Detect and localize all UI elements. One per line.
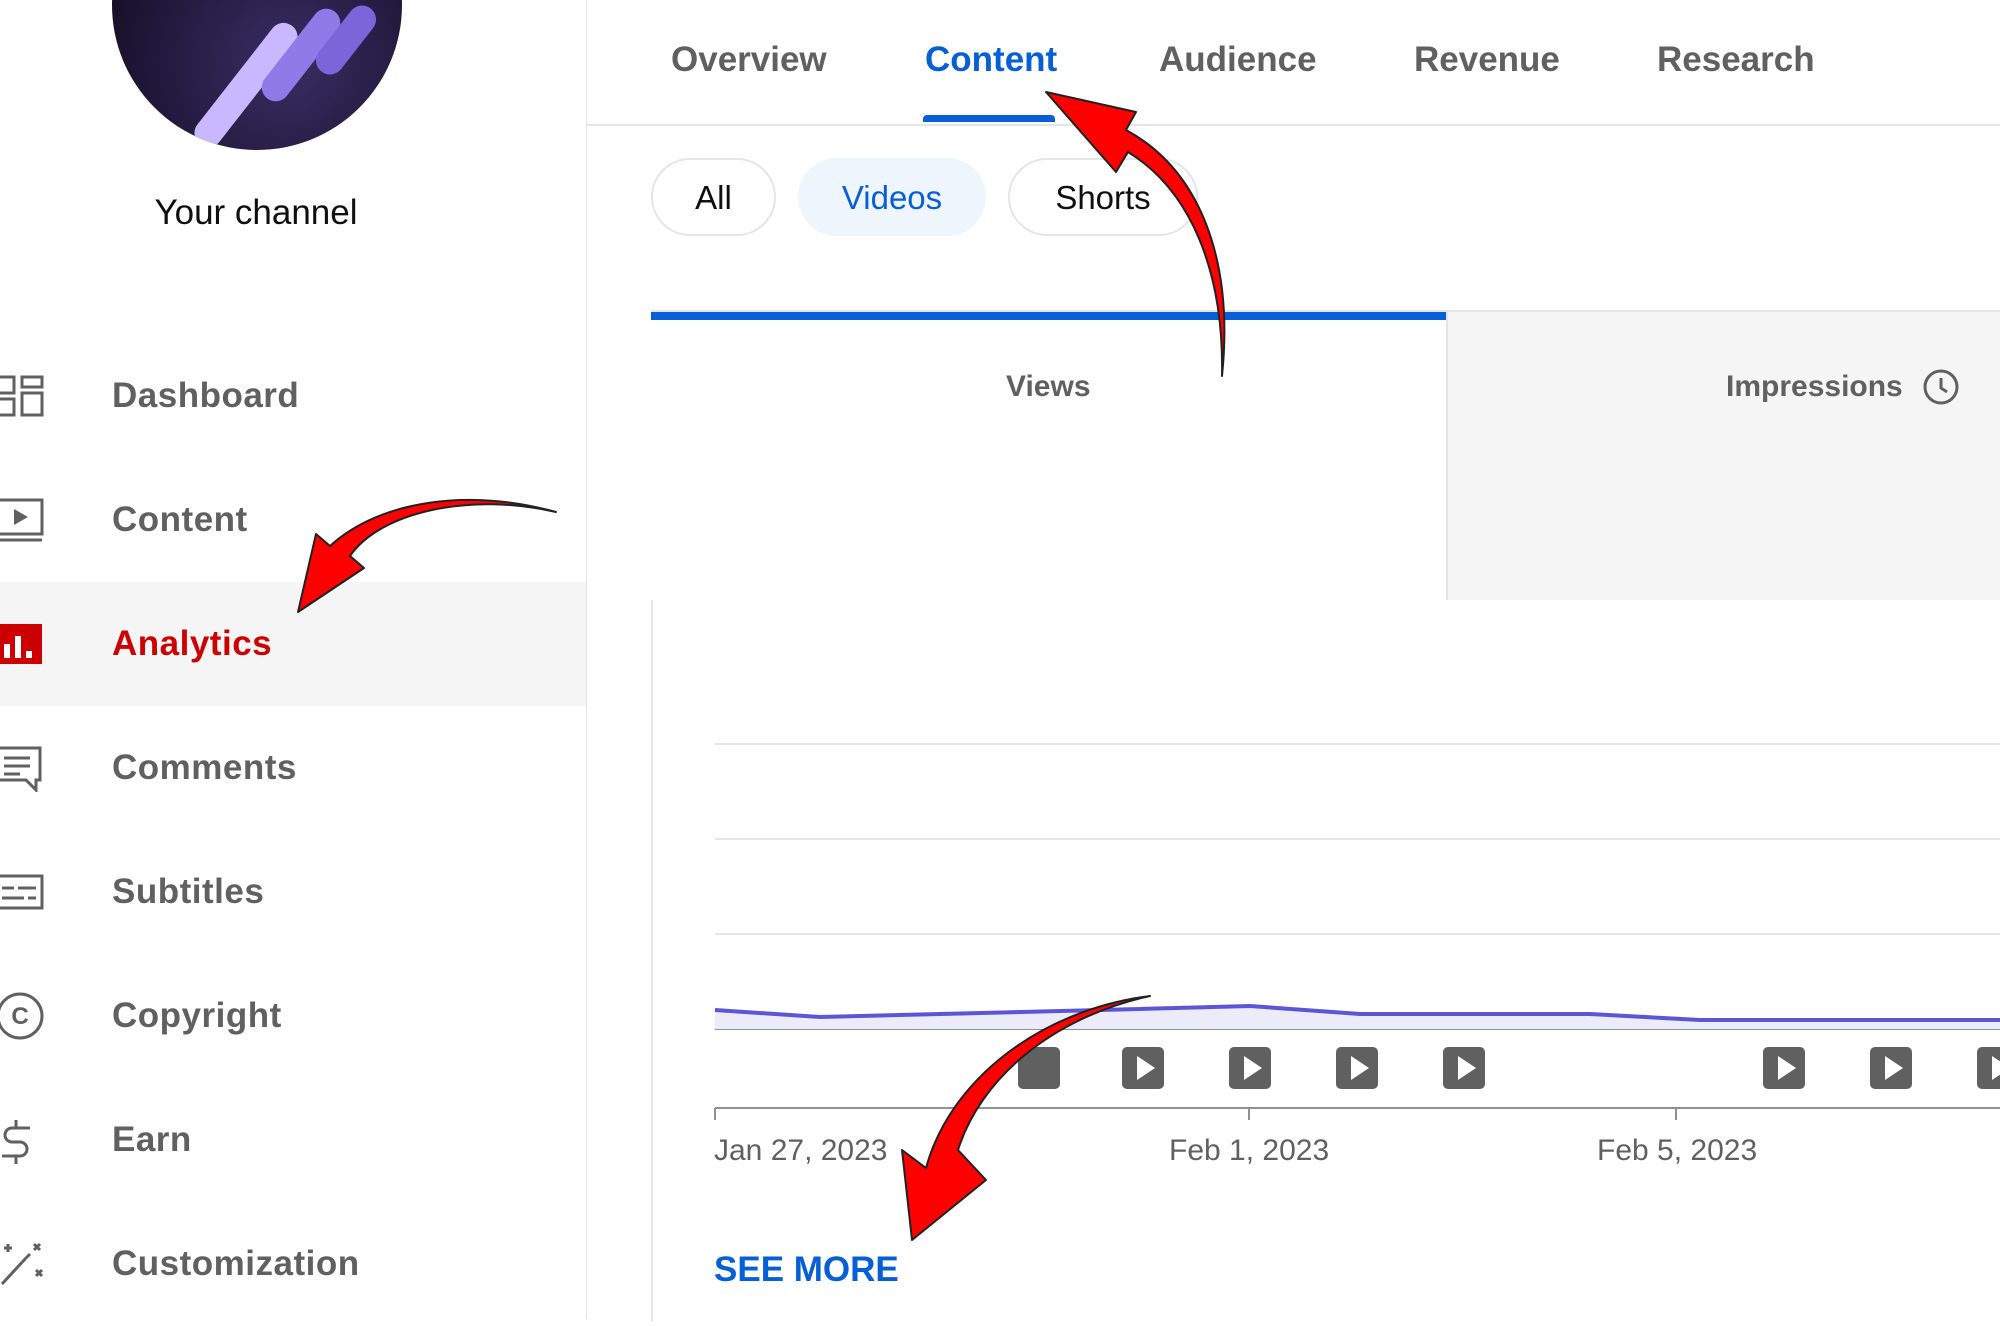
annotation-overlay bbox=[297, 91, 1226, 1241]
arrow-annotation bbox=[297, 498, 557, 613]
arrow-annotation bbox=[1045, 91, 1226, 377]
arrow-annotation bbox=[901, 995, 1151, 1241]
